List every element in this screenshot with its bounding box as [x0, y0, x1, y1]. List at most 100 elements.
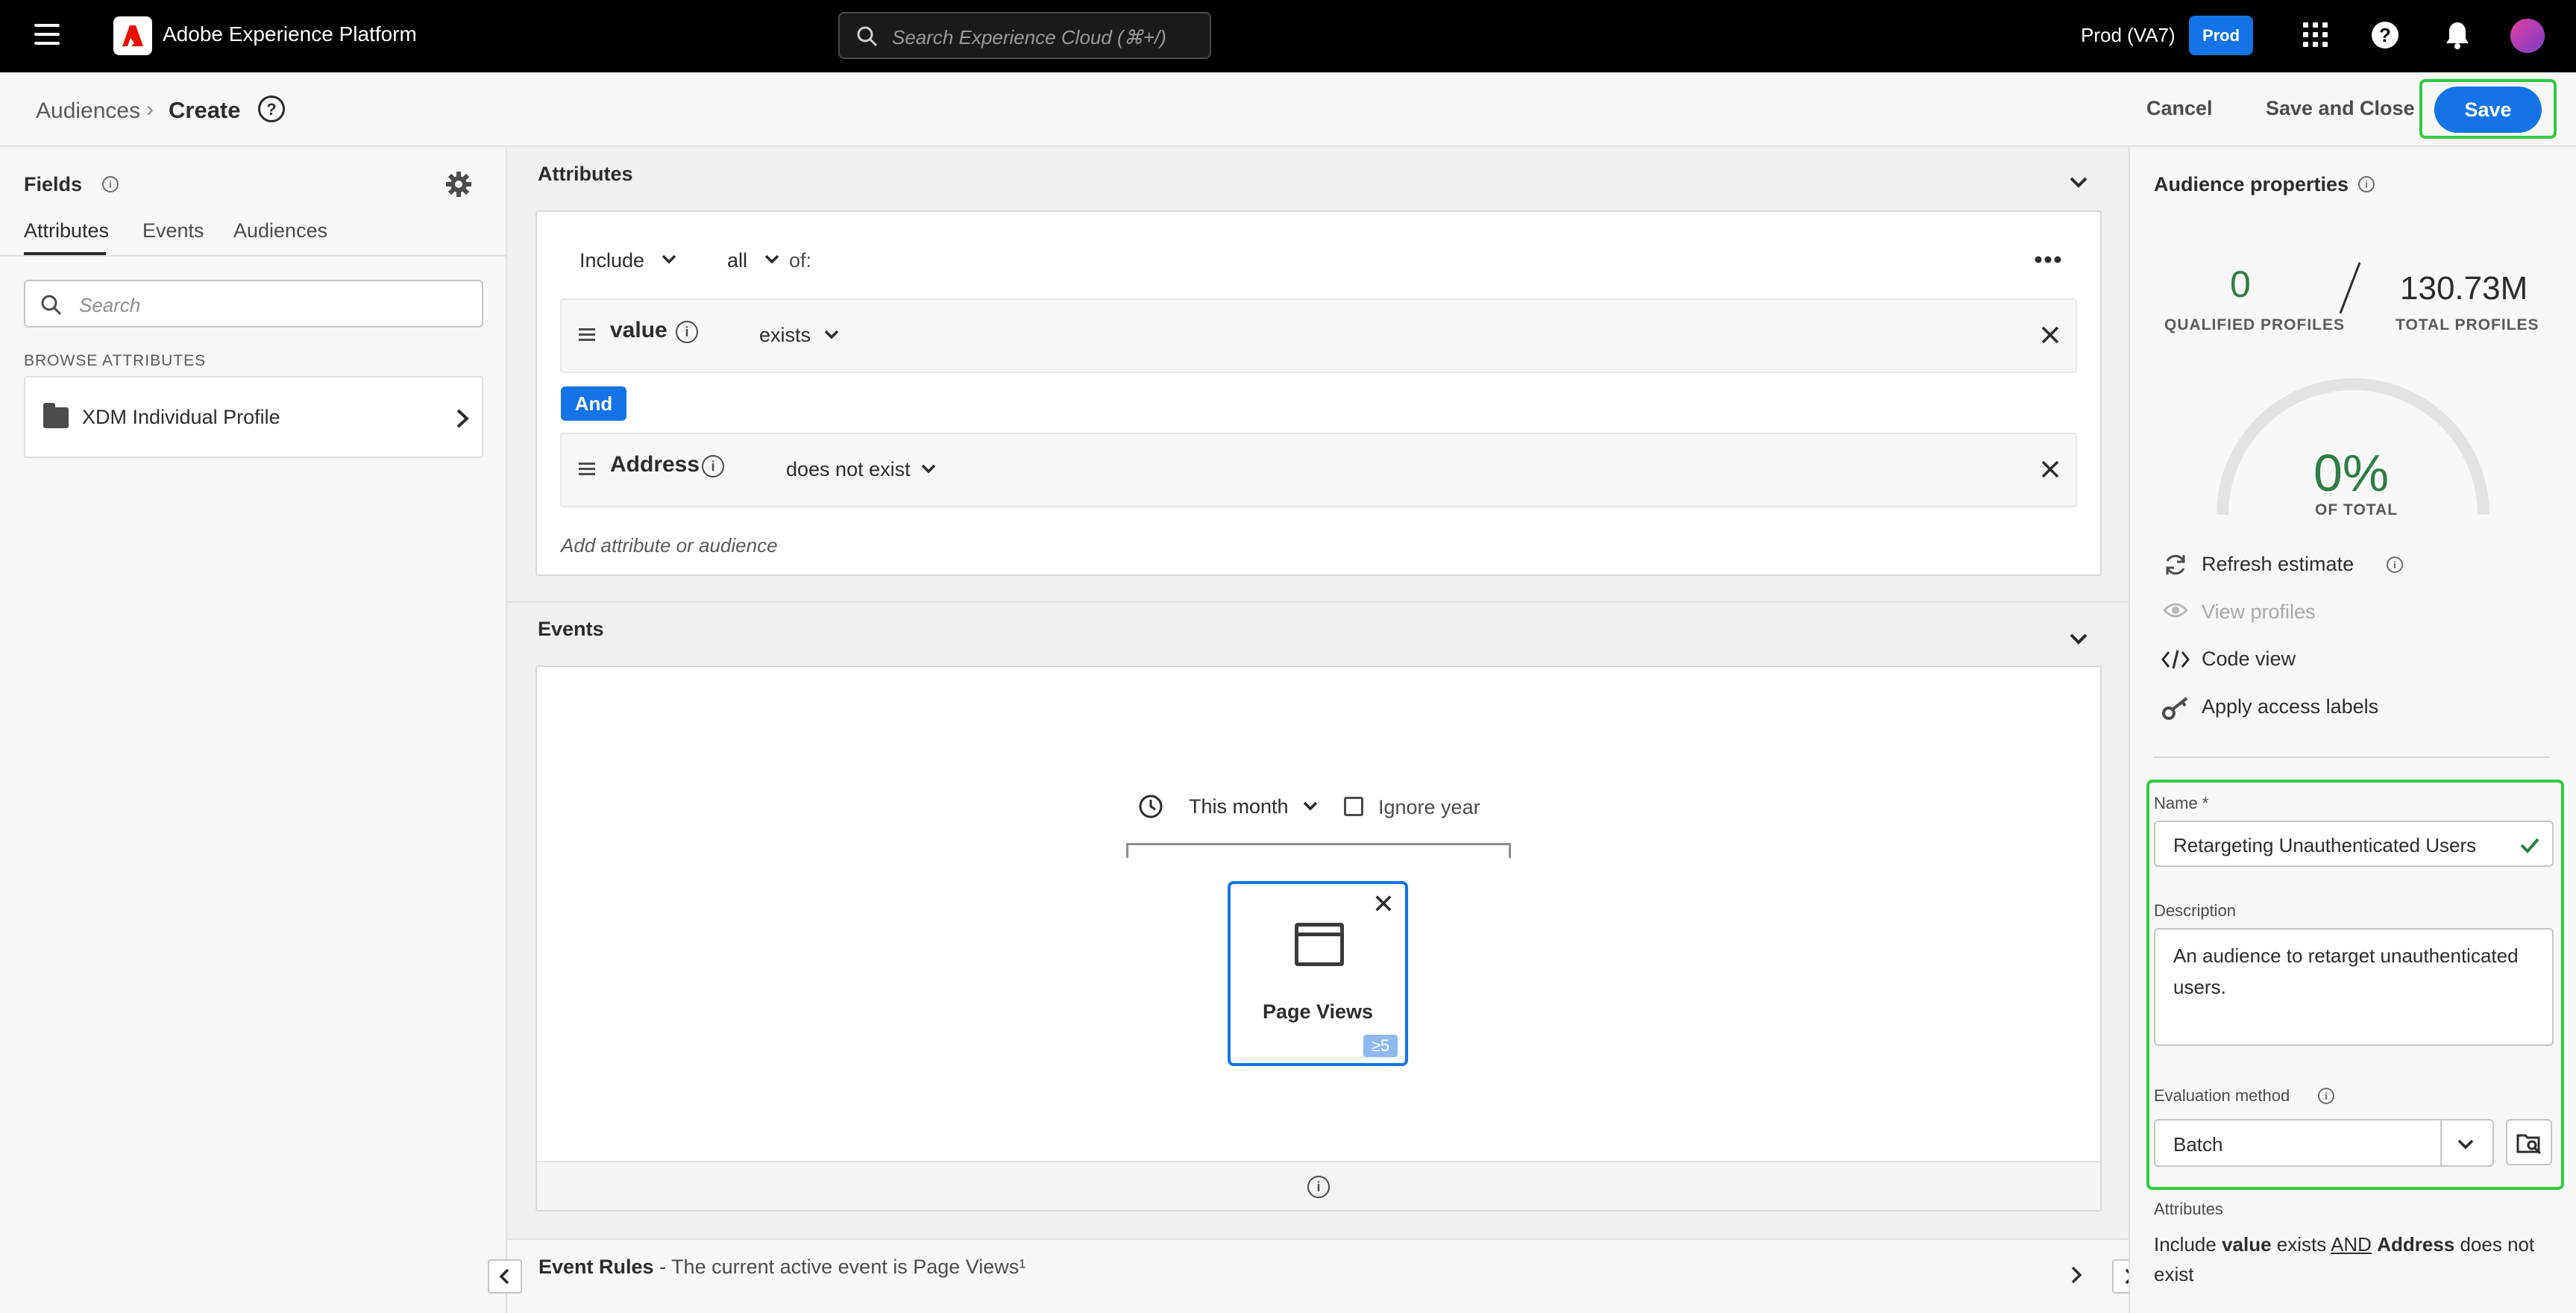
- breadcrumb-audiences[interactable]: Audiences: [36, 98, 140, 124]
- user-avatar[interactable]: [2510, 19, 2545, 53]
- add-attribute-or-audience-link[interactable]: Add attribute or audience: [561, 534, 778, 557]
- chevron-left-icon: [499, 1268, 509, 1285]
- apps-grid-icon[interactable]: [2303, 22, 2328, 48]
- help-circle-icon[interactable]: ?: [258, 95, 285, 122]
- key-icon: [2162, 697, 2188, 720]
- info-icon[interactable]: i: [2358, 176, 2375, 192]
- percent-of-total-label: OF TOTAL: [2315, 501, 2398, 518]
- select-divider: [2440, 1121, 2442, 1165]
- close-icon[interactable]: [2041, 460, 2060, 479]
- evaluation-method-lookup-button[interactable]: [2506, 1119, 2552, 1165]
- tab-divider: [0, 255, 506, 257]
- rule-attribute-name[interactable]: Address: [610, 452, 700, 477]
- evaluation-method-value: Batch: [2173, 1133, 2223, 1156]
- chevron-right-icon: [456, 409, 469, 428]
- env-badge[interactable]: Prod: [2189, 16, 2253, 55]
- chevron-down-icon[interactable]: [764, 254, 780, 266]
- section-divider: [507, 601, 2129, 603]
- tab-events[interactable]: Events: [142, 219, 204, 242]
- refresh-estimate-button[interactable]: Refresh estimate: [2202, 553, 2354, 576]
- drag-handle-icon[interactable]: [579, 328, 595, 342]
- chevron-down-icon[interactable]: [920, 463, 937, 475]
- page-title: Create: [169, 97, 241, 123]
- close-icon[interactable]: ✕: [1372, 889, 1395, 920]
- info-icon[interactable]: i: [676, 321, 698, 343]
- summary-include: Include: [2154, 1233, 2222, 1256]
- evaluation-method-label: Evaluation method: [2154, 1086, 2290, 1105]
- time-range-dropdown[interactable]: This month: [1189, 795, 1289, 818]
- hamburger-menu-icon[interactable]: [34, 24, 60, 46]
- info-icon[interactable]: i: [1307, 1176, 1330, 1198]
- ignore-year-checkbox[interactable]: [1344, 797, 1363, 816]
- help-icon[interactable]: ?: [2372, 22, 2398, 48]
- code-view-button[interactable]: Code view: [2202, 648, 2296, 671]
- info-icon[interactable]: i: [702, 455, 724, 477]
- attributes-summary-label: Attributes: [2154, 1200, 2223, 1218]
- collapse-chevron-icon[interactable]: [2069, 633, 2088, 646]
- clock-icon: [1139, 795, 1163, 818]
- app-title[interactable]: Adobe Experience Platform: [163, 22, 417, 46]
- of-label: of:: [789, 249, 812, 272]
- info-icon[interactable]: i: [102, 176, 119, 192]
- ignore-year-label[interactable]: Ignore year: [1378, 796, 1480, 819]
- evaluation-method-select[interactable]: Batch: [2154, 1119, 2494, 1167]
- view-profiles-button[interactable]: View profiles: [2202, 601, 2316, 624]
- checkmark-icon: [2520, 838, 2539, 853]
- name-label: Name *: [2154, 794, 2209, 812]
- chevron-right-icon[interactable]: [2069, 1265, 2084, 1285]
- xdm-individual-profile-item[interactable]: XDM Individual Profile: [24, 376, 483, 458]
- notifications-bell-icon[interactable]: [2445, 21, 2470, 53]
- summary-exists: exists: [2271, 1233, 2331, 1256]
- event-rules-text: Event Rules - The current active event i…: [538, 1256, 1025, 1279]
- summary-address: Address: [2377, 1233, 2455, 1256]
- summary-and: AND: [2331, 1233, 2372, 1256]
- event-group-bracket: [1126, 843, 1511, 858]
- tab-audiences[interactable]: Audiences: [233, 219, 327, 242]
- event-card-label: Page Views: [1262, 1000, 1374, 1023]
- fields-search-input[interactable]: Search: [24, 280, 483, 328]
- divider-slash-icon: [2339, 262, 2361, 314]
- refresh-icon[interactable]: [2163, 552, 2188, 577]
- save-button[interactable]: Save: [2434, 87, 2542, 133]
- event-rules-title: Event Rules: [538, 1256, 654, 1278]
- events-section-title: Events: [538, 618, 604, 640]
- chevron-down-icon[interactable]: [1302, 800, 1319, 812]
- attributes-summary-text: Include value exists AND Address does no…: [2154, 1229, 2542, 1289]
- top-bar: Adobe Experience Platform Search Experie…: [0, 0, 2576, 72]
- more-options-icon[interactable]: [2035, 256, 2061, 263]
- description-value: An audience to retarget unauthenticated …: [2173, 944, 2519, 998]
- event-count-badge: ≥5: [1363, 1035, 1398, 1057]
- total-profiles-label: TOTAL PROFILES: [2396, 316, 2539, 333]
- chevron-down-icon[interactable]: [823, 329, 840, 341]
- rule-operator-dropdown[interactable]: exists: [759, 324, 811, 347]
- description-textarea[interactable]: An audience to retarget unauthenticated …: [2154, 928, 2554, 1046]
- global-search-input[interactable]: Search Experience Cloud (⌘+/): [838, 12, 1211, 59]
- adobe-logo-icon[interactable]: [113, 16, 152, 55]
- page-views-event-card[interactable]: ✕ Page Views ≥5: [1228, 881, 1408, 1066]
- folder-icon: [43, 403, 69, 428]
- apply-access-labels-button[interactable]: Apply access labels: [2202, 695, 2378, 718]
- environment-label[interactable]: Prod (VA7): [2081, 24, 2176, 47]
- gear-icon[interactable]: [444, 170, 473, 202]
- info-icon[interactable]: i: [2387, 557, 2403, 573]
- code-icon: [2161, 650, 2190, 669]
- name-input[interactable]: Retargeting Unauthenticated Users: [2154, 821, 2554, 867]
- include-dropdown[interactable]: Include: [579, 249, 644, 272]
- summary-value: value: [2222, 1233, 2272, 1256]
- save-and-close-button[interactable]: Save and Close: [2266, 97, 2415, 120]
- xdm-item-label: XDM Individual Profile: [82, 406, 280, 428]
- rule-operator-dropdown[interactable]: does not exist: [786, 458, 911, 481]
- drag-handle-icon[interactable]: [579, 463, 595, 476]
- close-icon[interactable]: [2041, 325, 2060, 345]
- chevron-down-icon[interactable]: [661, 254, 677, 266]
- rule-attribute-name[interactable]: value: [610, 318, 667, 343]
- info-icon[interactable]: i: [2318, 1088, 2334, 1104]
- collapse-chevron-icon[interactable]: [2069, 176, 2088, 189]
- search-icon: [41, 295, 62, 316]
- all-dropdown[interactable]: all: [727, 249, 747, 272]
- name-input-value: Retargeting Unauthenticated Users: [2173, 834, 2477, 856]
- and-operator-button[interactable]: And: [561, 386, 626, 421]
- tab-attributes[interactable]: Attributes: [24, 219, 109, 242]
- cancel-button[interactable]: Cancel: [2146, 97, 2213, 120]
- collapse-left-panel-button[interactable]: [488, 1259, 522, 1294]
